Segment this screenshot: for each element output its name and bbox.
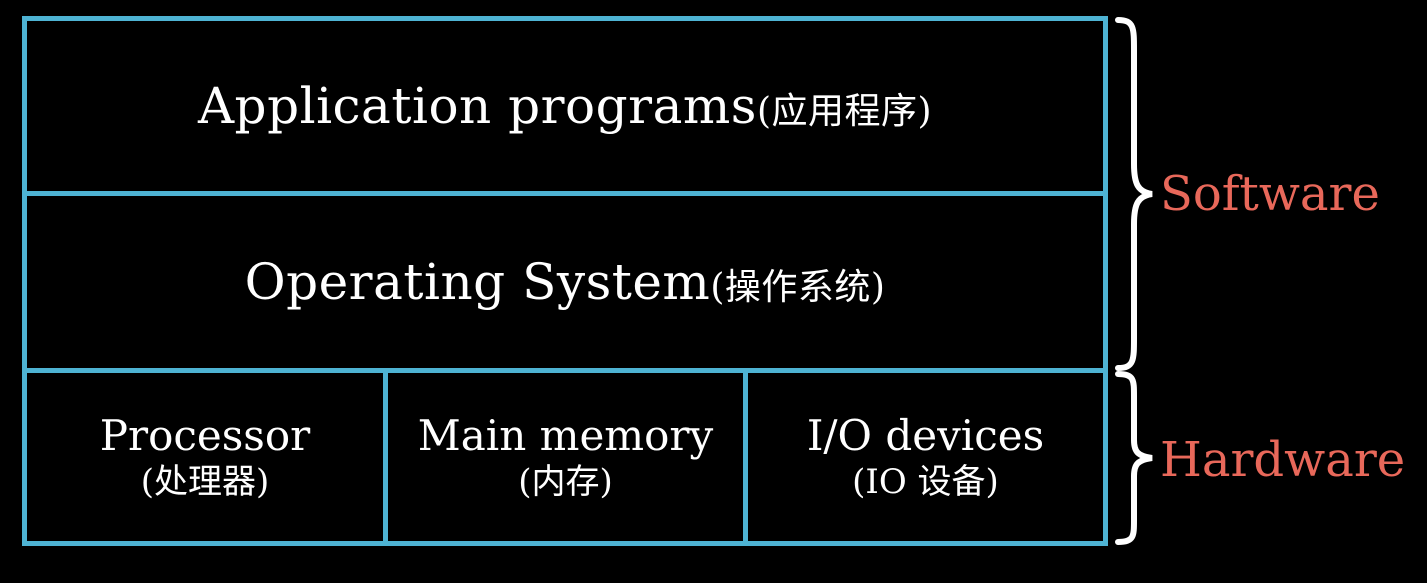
application-layer-en: Application programs (197, 77, 757, 135)
processor-label: Processor (处理器) (100, 411, 310, 502)
processor-box: Processor (处理器) (22, 368, 388, 546)
hardware-label: Hardware (1160, 432, 1406, 488)
application-layer-label: Application programs(应用程序) (198, 77, 932, 135)
os-layer-box: Operating System(操作系统) (22, 191, 1108, 373)
main-memory-cn: (内存) (518, 461, 613, 502)
application-layer-box: Application programs(应用程序) (22, 16, 1108, 196)
io-devices-en: I/O devices (806, 411, 1045, 461)
main-memory-label: Main memory (内存) (418, 411, 713, 502)
io-devices-label: I/O devices (IO 设备) (807, 411, 1044, 502)
os-layer-en: Operating System (244, 253, 711, 311)
processor-cn: (处理器) (140, 461, 270, 502)
io-devices-cn: (IO 设备) (852, 461, 999, 502)
application-layer-cn: (应用程序) (756, 91, 933, 132)
os-layer-cn: (操作系统) (710, 267, 886, 308)
os-layer-label: Operating System(操作系统) (245, 253, 886, 311)
main-memory-en: Main memory (417, 411, 714, 461)
processor-en: Processor (99, 411, 311, 461)
io-devices-box: I/O devices (IO 设备) (743, 368, 1108, 546)
software-brace-icon (1115, 17, 1153, 371)
software-label: Software (1160, 166, 1380, 222)
hardware-brace-icon (1115, 371, 1153, 545)
main-memory-box: Main memory (内存) (383, 368, 748, 546)
